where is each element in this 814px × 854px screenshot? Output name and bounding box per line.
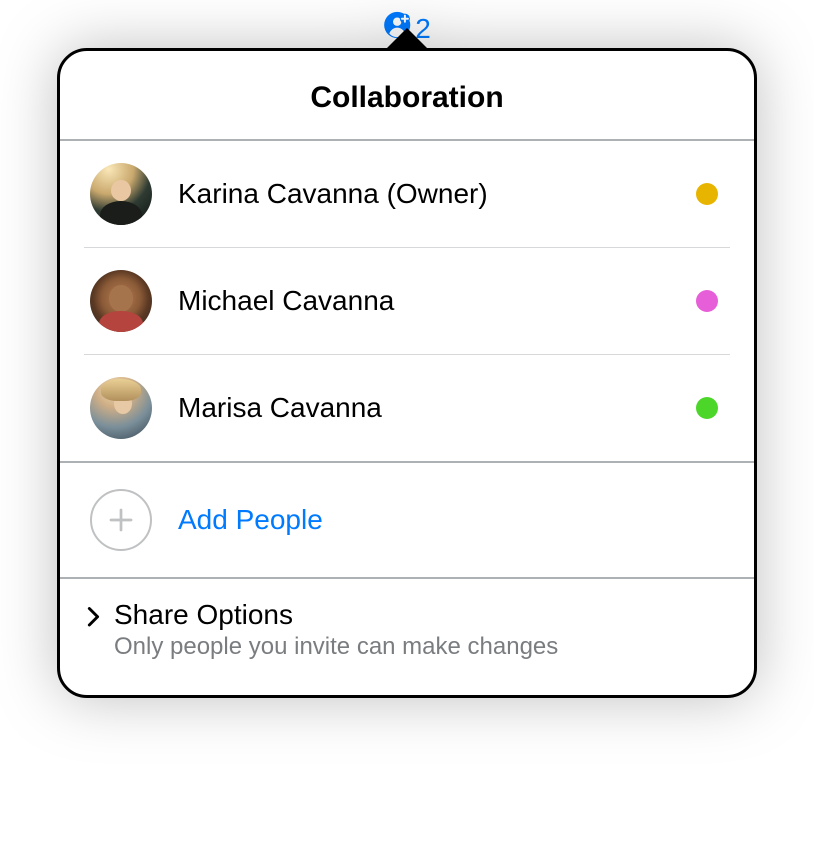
chevron-right-icon — [82, 603, 104, 633]
share-options-button[interactable]: Share Options Only people you invite can… — [60, 579, 754, 695]
avatar — [90, 377, 152, 439]
people-list: Karina Cavanna (Owner) Michael Cavanna M… — [60, 141, 754, 461]
presence-dot — [696, 290, 718, 312]
person-row[interactable]: Michael Cavanna — [84, 248, 730, 355]
person-row[interactable]: Karina Cavanna (Owner) — [84, 141, 730, 248]
popover-arrow — [387, 31, 427, 51]
person-row[interactable]: Marisa Cavanna — [84, 355, 730, 461]
avatar — [90, 270, 152, 332]
person-name: Michael Cavanna — [178, 285, 670, 317]
avatar — [90, 163, 152, 225]
presence-dot — [696, 397, 718, 419]
add-people-label: Add People — [178, 504, 323, 536]
add-people-button[interactable]: Add People — [60, 461, 754, 579]
person-name: Karina Cavanna (Owner) — [178, 178, 670, 210]
plus-icon — [90, 489, 152, 551]
person-name: Marisa Cavanna — [178, 392, 670, 424]
share-options-subtitle: Only people you invite can make changes — [114, 633, 558, 661]
collaboration-popover: Collaboration Karina Cavanna (Owner) Mic… — [57, 48, 757, 698]
presence-dot — [696, 183, 718, 205]
share-options-title: Share Options — [114, 599, 558, 631]
popover-title: Collaboration — [60, 51, 754, 141]
